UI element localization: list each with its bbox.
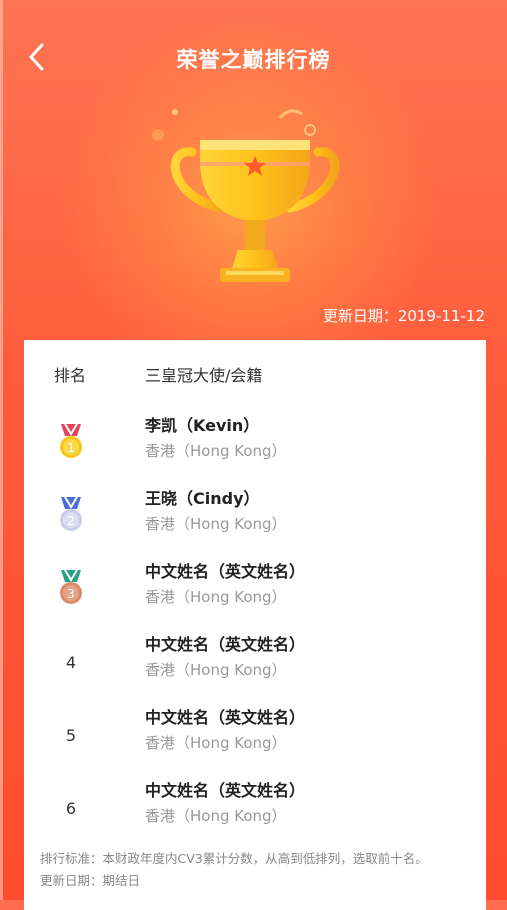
silver-medal-icon: 2 <box>60 496 82 531</box>
member-name: 李凯（Kevin） <box>145 416 260 435</box>
svg-text:3: 3 <box>67 587 75 601</box>
member-name: 中文姓名（英文姓名） <box>145 708 306 727</box>
page-title: 荣誉之巅排行榜 <box>176 48 331 72</box>
rank-number: 4 <box>65 653 77 672</box>
svg-text:1: 1 <box>67 441 75 455</box>
rank-number: 5 <box>65 726 77 745</box>
ranking-criteria: 排行标准：本财政年度内CV3累计分数，从高到低排列，选取前十名。 <box>40 851 428 866</box>
ranking-card: 排名 三皇冠大使/会籍 1 李凯（Kevin） 香港（Hong Kong） 2 … <box>24 340 486 910</box>
svg-text:2: 2 <box>67 514 75 528</box>
member-region: 香港（Hong Kong） <box>145 515 287 533</box>
table-row[interactable]: 3 中文姓名（英文姓名） 香港（Hong Kong） <box>24 558 486 630</box>
footer-update-date: 更新日期：期结日 <box>40 873 141 888</box>
edge-highlight <box>0 0 3 900</box>
member-name: 中文姓名（英文姓名） <box>145 635 306 654</box>
column-name-header: 三皇冠大使/会籍 <box>145 366 263 385</box>
member-name: 王晓（Cindy） <box>145 489 260 508</box>
table-row[interactable]: 6 中文姓名（英文姓名） 香港（Hong Kong） <box>24 777 486 849</box>
rank-number: 6 <box>65 799 77 818</box>
table-row[interactable]: 4 中文姓名（英文姓名） 香港（Hong Kong） <box>24 631 486 703</box>
table-header: 排名 三皇冠大使/会籍 <box>24 362 486 386</box>
member-region: 香港（Hong Kong） <box>145 734 287 752</box>
gold-medal-icon: 1 <box>60 423 82 458</box>
column-rank-header: 排名 <box>54 366 87 385</box>
footer-notes: 排行标准：本财政年度内CV3累计分数，从高到低排列，选取前十名。 更新日期：期结… <box>40 848 428 892</box>
bronze-medal-icon: 3 <box>60 569 82 604</box>
table-row[interactable]: 1 李凯（Kevin） 香港（Hong Kong） <box>24 412 486 484</box>
update-date: 更新日期：2019-11-12 <box>322 307 485 325</box>
member-region: 香港（Hong Kong） <box>145 588 287 606</box>
table-row[interactable]: 5 中文姓名（英文姓名） 香港（Hong Kong） <box>24 704 486 776</box>
member-region: 香港（Hong Kong） <box>145 442 287 460</box>
member-name: 中文姓名（英文姓名） <box>145 781 306 800</box>
member-region: 香港（Hong Kong） <box>145 807 287 825</box>
table-row[interactable]: 2 王晓（Cindy） 香港（Hong Kong） <box>24 485 486 557</box>
member-region: 香港（Hong Kong） <box>145 661 287 679</box>
member-name: 中文姓名（英文姓名） <box>145 562 306 581</box>
trophy-icon <box>152 109 340 282</box>
